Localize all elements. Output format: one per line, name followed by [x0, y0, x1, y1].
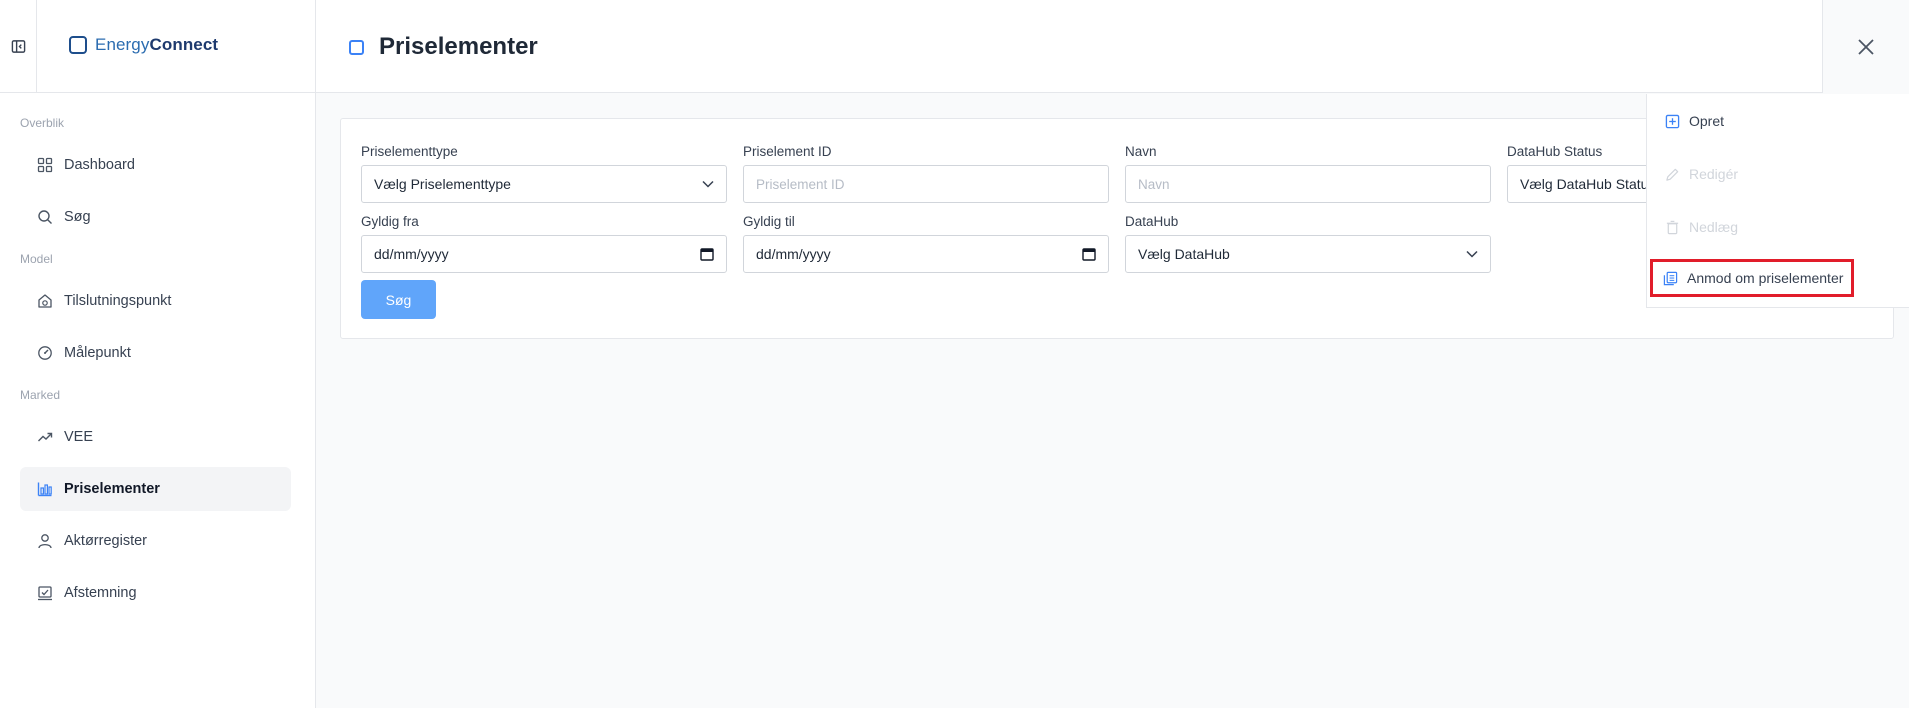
sidebar-item-label: Priselementer: [64, 481, 160, 497]
sidebar-header: EnergyConnect: [0, 0, 315, 93]
sidebar-item-aktoerregister[interactable]: Aktørregister: [20, 519, 291, 563]
grid-icon: [37, 157, 53, 173]
select-value: Vælg Priselementtype: [374, 176, 511, 192]
gyldig-fra-date-input[interactable]: dd/mm/yyyy: [361, 235, 727, 273]
field-label: Gyldig fra: [361, 214, 419, 229]
date-value: dd/mm/yyyy: [756, 246, 831, 262]
page-header: Priselementer: [316, 0, 1909, 93]
field-gyldig-fra: Gyldig fra dd/mm/yyyy: [361, 214, 727, 273]
calendar-icon[interactable]: [1082, 247, 1096, 261]
sidebar-item-label: Dashboard: [64, 157, 135, 173]
calendar-icon[interactable]: [700, 247, 714, 261]
page-title: Priselementer: [379, 33, 538, 60]
app-logo[interactable]: EnergyConnect: [69, 35, 218, 55]
chevron-down-icon: [702, 180, 714, 188]
edit-action: Redigér: [1665, 166, 1738, 182]
action-label: Nedlæg: [1689, 219, 1739, 235]
sidebar-item-tilslutningspunkt[interactable]: Tilslutningspunkt: [20, 279, 291, 323]
discontinue-action: Nedlæg: [1665, 219, 1738, 235]
field-label: Priselement ID: [743, 144, 832, 159]
field-priselement-id: Priselement ID: [743, 144, 1109, 203]
sidebar-item-priselementer[interactable]: Priselementer: [20, 467, 291, 511]
sidebar-collapse-button[interactable]: [0, 0, 37, 93]
search-button[interactable]: Søg: [361, 280, 436, 319]
close-button[interactable]: [1822, 0, 1909, 93]
page-title-group: Priselementer: [349, 33, 538, 61]
action-menu: Opret Redigér Nedlæg Anmod om priselemen…: [1646, 94, 1909, 308]
house-plug-icon: [38, 294, 52, 308]
priselement-id-wrap: [743, 165, 1109, 203]
sidebar: EnergyConnect Overblik Dashboard Søg Mod…: [0, 0, 316, 708]
sidebar-item-label: Afstemning: [64, 585, 137, 601]
documents-icon: [1663, 271, 1678, 285]
field-label: DataHub: [1125, 214, 1179, 229]
action-label: Anmod om priselementer: [1687, 270, 1844, 286]
logo-text: EnergyConnect: [95, 35, 219, 54]
field-datahub: DataHub Vælg DataHub: [1125, 214, 1491, 273]
trash-icon: [1666, 220, 1679, 234]
date-value: dd/mm/yyyy: [374, 246, 449, 262]
plus-square-icon: [1665, 114, 1680, 128]
create-action[interactable]: Opret: [1665, 113, 1724, 129]
chevron-down-icon: [1466, 250, 1478, 258]
logo-mark-icon: [69, 36, 87, 54]
reconcile-icon: [38, 586, 52, 601]
sidebar-item-label: Målepunkt: [64, 345, 131, 361]
sidebar-item-dashboard[interactable]: Dashboard: [20, 143, 291, 187]
sidebar-item-vee[interactable]: VEE: [20, 415, 291, 459]
sidebar-item-label: Tilslutningspunkt: [64, 293, 172, 309]
section-label-model: Model: [20, 252, 53, 266]
trend-up-icon: [38, 432, 53, 442]
field-label: Gyldig til: [743, 214, 795, 229]
sidebar-item-afstemning[interactable]: Afstemning: [20, 571, 291, 615]
navn-wrap: [1125, 165, 1491, 203]
field-label: Priselementtype: [361, 144, 458, 159]
page-title-icon: [349, 39, 364, 55]
sidebar-item-label: VEE: [64, 429, 94, 445]
sidebar-item-label: Søg: [64, 209, 91, 225]
gauge-icon: [38, 346, 52, 360]
field-priselementtype: Priselementtype Vælg Priselementtype: [361, 144, 727, 203]
sidebar-item-search[interactable]: Søg: [20, 195, 291, 239]
search-icon: [38, 210, 52, 224]
navn-input[interactable]: [1138, 176, 1478, 192]
gyldig-til-date-input[interactable]: dd/mm/yyyy: [743, 235, 1109, 273]
user-icon: [38, 534, 52, 549]
field-navn: Navn: [1125, 144, 1491, 203]
request-price-elements-action[interactable]: Anmod om priselementer: [1649, 259, 1855, 297]
priselementtype-select[interactable]: Vælg Priselementtype: [361, 165, 727, 203]
sidebar-item-label: Aktørregister: [64, 533, 147, 549]
field-gyldig-til: Gyldig til dd/mm/yyyy: [743, 214, 1109, 273]
sidebar-item-maalepunkt[interactable]: Målepunkt: [20, 331, 291, 375]
action-label: Opret: [1689, 113, 1725, 129]
field-label: Navn: [1125, 144, 1157, 159]
pencil-icon: [1666, 168, 1679, 181]
select-value: Vælg DataHub: [1138, 246, 1230, 262]
sidebar-toggle-icon: [11, 40, 25, 53]
section-label-overview: Overblik: [20, 116, 65, 130]
select-value: Vælg DataHub Status: [1520, 176, 1656, 192]
price-chart-icon: [37, 482, 52, 497]
datahub-select[interactable]: Vælg DataHub: [1125, 235, 1491, 273]
close-icon: [1858, 38, 1874, 55]
priselement-id-input[interactable]: [756, 176, 1096, 192]
section-label-market: Marked: [20, 388, 61, 402]
action-label: Redigér: [1689, 166, 1739, 182]
